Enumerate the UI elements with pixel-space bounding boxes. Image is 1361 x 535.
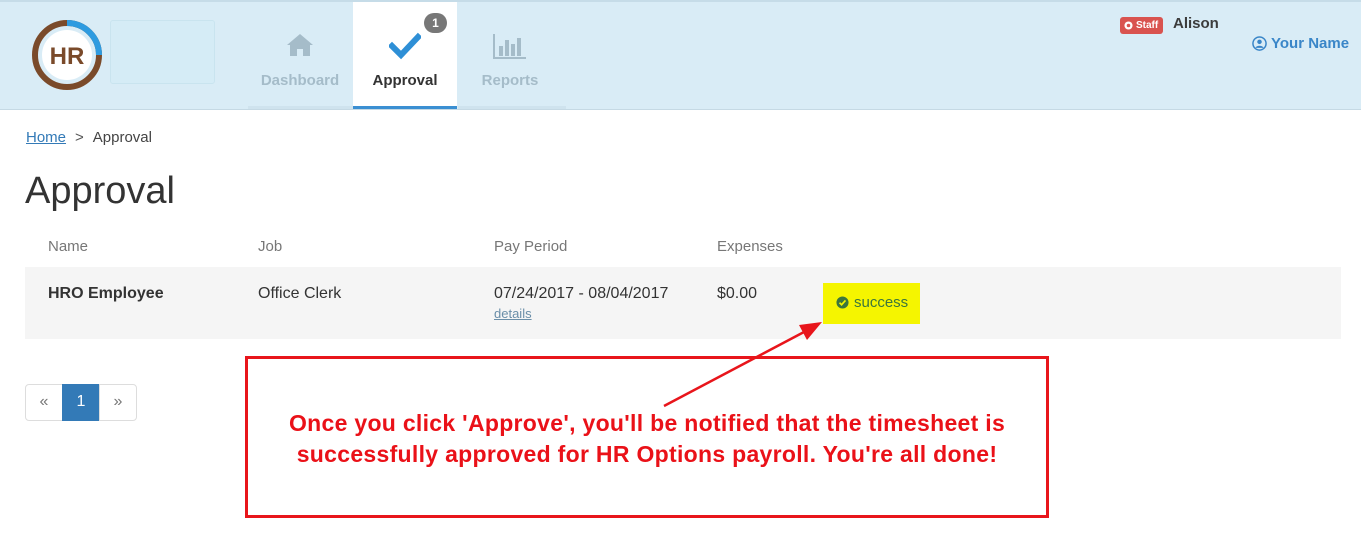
user-circle-icon xyxy=(1252,36,1267,51)
pay-period: 07/24/2017 - 08/04/2017 xyxy=(494,285,669,302)
breadcrumb-current: Approval xyxy=(92,129,152,146)
pagination-next[interactable]: » xyxy=(99,384,137,421)
column-header-name: Name xyxy=(48,238,89,255)
user-menu[interactable]: Your Name xyxy=(1252,35,1349,52)
details-link[interactable]: details xyxy=(494,306,532,321)
bar-chart-icon xyxy=(458,32,562,62)
tab-approval-label: Approval xyxy=(372,72,438,89)
status-badge: success xyxy=(836,294,908,311)
annotation-text: Once you click 'Approve', you'll be noti… xyxy=(288,410,1006,467)
column-header-pay-period: Pay Period xyxy=(494,238,568,255)
breadcrumb: Home > Approval xyxy=(26,129,152,146)
check-circle-icon xyxy=(836,296,849,309)
checkmark-icon xyxy=(353,32,457,62)
search-box[interactable] xyxy=(110,20,215,84)
staff-badge: Staff xyxy=(1120,17,1164,34)
table-row xyxy=(25,267,1341,339)
tab-dashboard-label: Dashboard xyxy=(260,72,340,89)
user-menu-label: Your Name xyxy=(1271,35,1350,52)
globe-icon xyxy=(1124,21,1133,30)
breadcrumb-separator: > xyxy=(75,129,84,146)
column-header-job: Job xyxy=(258,238,283,255)
job-title: Office Clerk xyxy=(258,285,342,302)
hr-logo[interactable]: HR xyxy=(30,18,104,92)
breadcrumb-home-link[interactable]: Home xyxy=(26,129,66,146)
tab-dashboard[interactable]: Dashboard xyxy=(248,2,352,109)
expenses-amount: $0.00 xyxy=(717,285,758,302)
status-label: success xyxy=(854,294,909,311)
tab-underline xyxy=(458,106,566,109)
page-title: Approval xyxy=(25,170,175,212)
column-header-expenses: Expenses xyxy=(717,238,783,255)
home-icon xyxy=(248,32,352,62)
tab-reports[interactable]: Reports xyxy=(458,2,562,109)
pagination-page-1[interactable]: 1 xyxy=(62,384,100,421)
pagination-prev[interactable]: « xyxy=(25,384,63,421)
staff-user-name: Alison xyxy=(1173,15,1219,32)
pagination: « 1 » xyxy=(25,384,137,421)
staff-badge-label: Staff xyxy=(1136,20,1159,31)
employee-name: HRO Employee xyxy=(48,285,164,302)
logo-text: HR xyxy=(50,43,85,70)
tab-underline xyxy=(248,106,353,109)
tab-reports-label: Reports xyxy=(481,72,539,89)
approval-count-badge: 1 xyxy=(424,13,447,33)
